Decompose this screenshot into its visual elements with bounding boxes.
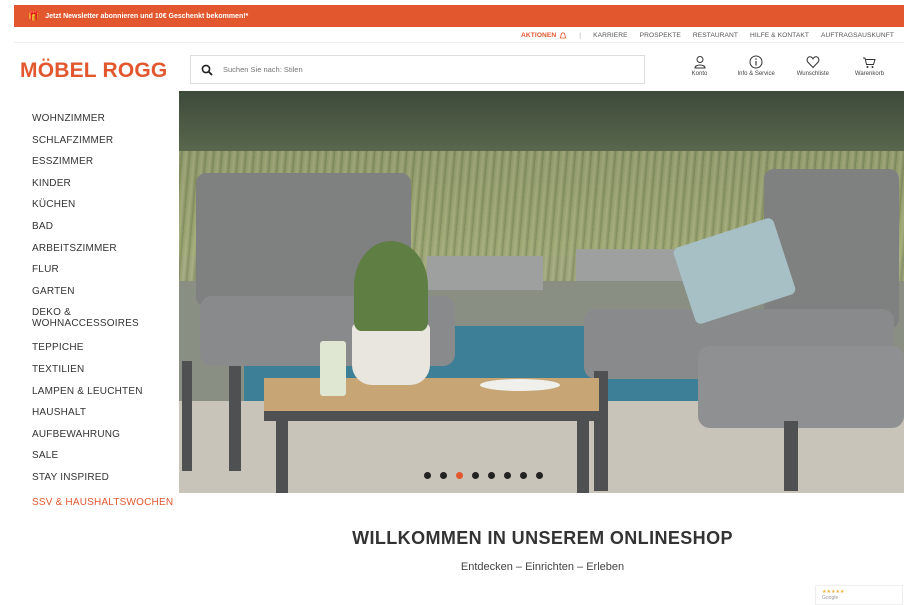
- user-icon: [693, 56, 706, 69]
- top-navigation: AKTIONEN | KARRIERE PROSPEKTE RESTAURANT…: [14, 29, 904, 43]
- sidebar-item-esszimmer[interactable]: ESSZIMMER: [32, 157, 179, 179]
- topnav-aktionen[interactable]: AKTIONEN: [521, 31, 567, 40]
- sidebar-item-ssv-haushaltswochen[interactable]: SSV & HAUSHALTSWOCHEN: [32, 497, 179, 533]
- hero-table-frame: [264, 411, 599, 421]
- carousel-dots: [424, 472, 543, 479]
- topnav-item-restaurant[interactable]: RESTAURANT: [693, 32, 738, 39]
- hero-chair-leg: [229, 366, 241, 471]
- welcome-heading: WILLKOMMEN IN UNSEREM ONLINESHOP: [352, 528, 733, 548]
- rating-badge[interactable]: ★★★★★ Google: [815, 585, 903, 605]
- welcome-tagline: Entdecken – Einrichten – Erleben: [460, 561, 625, 573]
- bell-icon: [559, 31, 567, 38]
- cart-icon: [863, 57, 877, 68]
- header-actions: Konto Info & Service Wunschliste Warenko…: [672, 55, 897, 85]
- topnav-aktionen-label: AKTIONEN: [521, 32, 557, 39]
- sidebar-item-arbeitszimmer[interactable]: ARBEITSZIMMER: [32, 243, 179, 266]
- hero-table-leg: [276, 421, 288, 493]
- gift-icon: 🎁: [28, 10, 40, 21]
- hero-sofa-seat-front: [698, 346, 904, 428]
- sidebar-item-kuechen[interactable]: KÜCHEN: [32, 200, 179, 222]
- rating-source: Google: [822, 595, 839, 601]
- hero-glass: [320, 341, 346, 396]
- promo-banner[interactable]: 🎁 Jetzt Newsletter abonnieren und 10€ Ge…: [14, 5, 904, 27]
- sidebar-item-schlafzimmer[interactable]: SCHLAFZIMMER: [32, 135, 179, 158]
- hero-chair-leg: [182, 361, 192, 471]
- sidebar-item-wohnzimmer[interactable]: WOHNZIMMER: [32, 113, 179, 136]
- carousel-dot[interactable]: [504, 472, 511, 479]
- topnav-item-auftragsauskunft[interactable]: AUFTRAGSAUSKUNFT: [821, 32, 894, 39]
- promo-text: Jetzt Newsletter abonnieren und 10€ Gesc…: [45, 12, 249, 20]
- sidebar-item-kinder[interactable]: KINDER: [32, 178, 179, 201]
- sidebar-item-bad[interactable]: BAD: [32, 221, 179, 244]
- info-service-button[interactable]: Info & Service: [729, 55, 784, 85]
- topnav-item-prospekte[interactable]: PROSPEKTE: [640, 32, 681, 39]
- topnav-separator: |: [579, 32, 582, 39]
- info-service-label: Info & Service: [737, 71, 775, 77]
- topnav-item-karriere[interactable]: KARRIERE: [593, 32, 628, 39]
- carousel-dot[interactable]: [472, 472, 479, 479]
- sidebar-item-stay-inspired[interactable]: STAY INSPIRED: [32, 472, 179, 495]
- heart-icon: [806, 56, 820, 69]
- sidebar-item-garten[interactable]: GARTEN: [32, 286, 179, 309]
- carousel-dot[interactable]: [456, 472, 463, 479]
- cart-label: Warenkorb: [854, 71, 885, 77]
- carousel-dot[interactable]: [440, 472, 447, 479]
- hero-sofa-leg: [784, 421, 798, 491]
- carousel-dot[interactable]: [520, 472, 527, 479]
- search-bar[interactable]: [190, 55, 645, 84]
- sidebar-item-deko-wohnaccessoires[interactable]: DEKO & WOHNACCESSOIRES: [32, 308, 179, 343]
- account-button[interactable]: Konto: [672, 55, 727, 85]
- sidebar-item-textilien[interactable]: TEXTILIEN: [32, 364, 179, 387]
- sidebar-item-sale[interactable]: SALE: [32, 451, 179, 473]
- category-sidebar: WOHNZIMMER SCHLAFZIMMER ESSZIMMER KINDER…: [14, 91, 179, 531]
- sidebar-item-teppiche[interactable]: TEPPICHE: [32, 343, 179, 365]
- hero-sofa-back: [764, 169, 899, 329]
- hero-pool-step: [427, 256, 543, 290]
- hero-table-leg: [577, 421, 589, 493]
- site-logo[interactable]: MÖBEL ROGG: [20, 59, 167, 83]
- carousel-dot[interactable]: [424, 472, 431, 479]
- hero-plant: [354, 241, 428, 331]
- hero-vase: [352, 323, 430, 385]
- hero-plate: [480, 379, 560, 391]
- topnav-item-hilfe-kontakt[interactable]: HILFE & KONTAKT: [750, 32, 809, 39]
- sidebar-item-aufbewahrung[interactable]: AUFBEWAHRUNG: [32, 429, 179, 452]
- sidebar-item-haushalt[interactable]: HAUSHALT: [32, 407, 179, 430]
- sidebar-item-lampen-leuchten[interactable]: LAMPEN & LEUCHTEN: [32, 386, 179, 409]
- carousel-dot[interactable]: [488, 472, 495, 479]
- sidebar-item-flur[interactable]: FLUR: [32, 265, 179, 287]
- account-label: Konto: [691, 71, 708, 77]
- search-input[interactable]: [223, 65, 623, 74]
- info-icon: [749, 55, 763, 69]
- carousel-dot[interactable]: [536, 472, 543, 479]
- wishlist-button[interactable]: Wunschliste: [785, 55, 840, 85]
- cart-button[interactable]: Warenkorb: [842, 55, 897, 85]
- wishlist-label: Wunschliste: [796, 71, 829, 77]
- search-icon[interactable]: [201, 64, 213, 76]
